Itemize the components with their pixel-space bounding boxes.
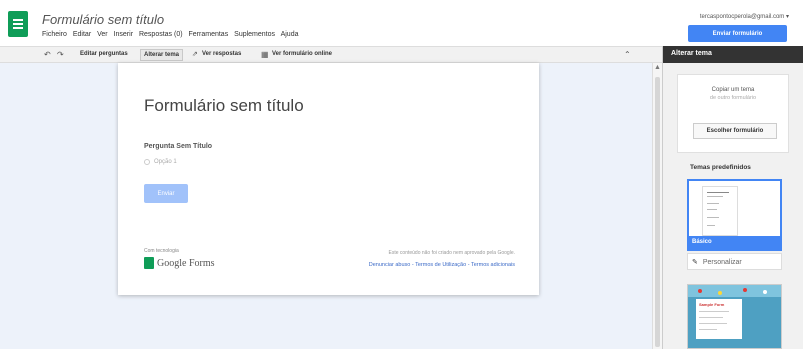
choose-form-button[interactable]: Escolher formulário: [693, 123, 777, 139]
theme-basic-card[interactable]: Básico: [687, 179, 782, 251]
google-forms-logo: Google Forms: [144, 257, 215, 269]
scroll-up-icon[interactable]: ▲: [654, 64, 661, 71]
theme-sample-title: Sample Form: [699, 302, 725, 307]
change-theme-button[interactable]: Alterar tema: [140, 49, 184, 61]
copy-theme-subtitle: de outro formulário: [709, 95, 757, 101]
form-title: Formulário sem título: [144, 96, 304, 115]
menu-view[interactable]: Ver: [97, 31, 108, 38]
form-preview-card: Formulário sem título Pergunta Sem Títul…: [118, 63, 539, 295]
menu-bar: Ficheiro Editar Ver Inserir Respostas (0…: [42, 31, 302, 38]
radio-icon[interactable]: [144, 159, 150, 165]
menu-file[interactable]: Ficheiro: [42, 31, 67, 38]
customize-label: Personalizar: [702, 259, 742, 266]
customize-theme-button[interactable]: ✎ Personalizar: [687, 253, 782, 270]
forms-logo-icon[interactable]: [8, 11, 28, 37]
submit-button[interactable]: Enviar: [144, 184, 188, 203]
scroll-thumb[interactable]: [655, 77, 660, 347]
copy-theme-box: Copiar um tema de outro formulário Escol…: [677, 74, 789, 153]
question-option[interactable]: Opção 1: [144, 159, 177, 165]
menu-help[interactable]: Ajuda: [281, 31, 299, 38]
menu-tools[interactable]: Ferramentas: [189, 31, 229, 38]
change-theme-panel: Alterar tema Copiar um tema de outro for…: [662, 46, 803, 349]
panel-header: Alterar tema: [663, 46, 803, 63]
edit-questions-button[interactable]: Editar perguntas: [80, 51, 128, 57]
predefined-themes-label: Temas predefinidos: [690, 164, 751, 171]
undo-icon[interactable]: ↶: [44, 50, 51, 59]
theme-basic-label: Básico: [689, 236, 780, 249]
redo-icon[interactable]: ↷: [57, 50, 64, 59]
responses-icon[interactable]: ⇗: [192, 50, 198, 58]
powered-by-label: Com tecnologia: [144, 248, 179, 254]
copy-theme-title: Copiar um tema: [711, 87, 755, 93]
report-abuse-link[interactable]: Denunciar abuso: [369, 262, 411, 268]
google-forms-icon: [144, 257, 154, 269]
option-label: Opção 1: [154, 159, 177, 165]
toolbar: ↶ ↷ Editar perguntas Alterar tema ⇗ Ver …: [0, 46, 662, 63]
menu-edit[interactable]: Editar: [73, 31, 91, 38]
menu-addons[interactable]: Suplementos: [234, 31, 275, 38]
view-online-icon[interactable]: ▦: [261, 50, 269, 59]
google-forms-brand: Google Forms: [157, 257, 215, 269]
send-form-button[interactable]: Enviar formulário: [688, 25, 787, 42]
document-title[interactable]: Formulário sem título: [42, 12, 164, 27]
question-title: Pergunta Sem Título: [144, 143, 213, 150]
scrollbar[interactable]: ▲: [652, 63, 662, 349]
terms-link[interactable]: Termos de Utilização: [415, 262, 466, 268]
view-responses-button[interactable]: Ver respostas: [202, 51, 241, 57]
theme-sample-banner: [688, 285, 781, 297]
theme-sample-thumbnail: Sample Form: [696, 299, 742, 339]
theme-sample-card[interactable]: Sample Form: [687, 284, 782, 349]
additional-terms-link[interactable]: Termos adicionais: [471, 262, 515, 268]
collapse-icon[interactable]: ⌃: [624, 50, 631, 59]
footer-links: Denunciar abuso - Termos de Utilização -…: [368, 262, 515, 268]
app-header: Formulário sem título Ficheiro Editar Ve…: [0, 0, 803, 46]
disclaimer-text: Este conteúdo não foi criado nem aprovad…: [388, 250, 515, 256]
menu-insert[interactable]: Inserir: [114, 31, 133, 38]
theme-basic-thumbnail: [702, 186, 738, 236]
menu-responses[interactable]: Respostas (0): [139, 31, 183, 38]
account-switcher[interactable]: tercaspontocperola@gmail.com ▾: [700, 13, 789, 20]
view-online-button[interactable]: Ver formulário online: [272, 51, 332, 57]
pencil-icon: ✎: [692, 259, 698, 266]
